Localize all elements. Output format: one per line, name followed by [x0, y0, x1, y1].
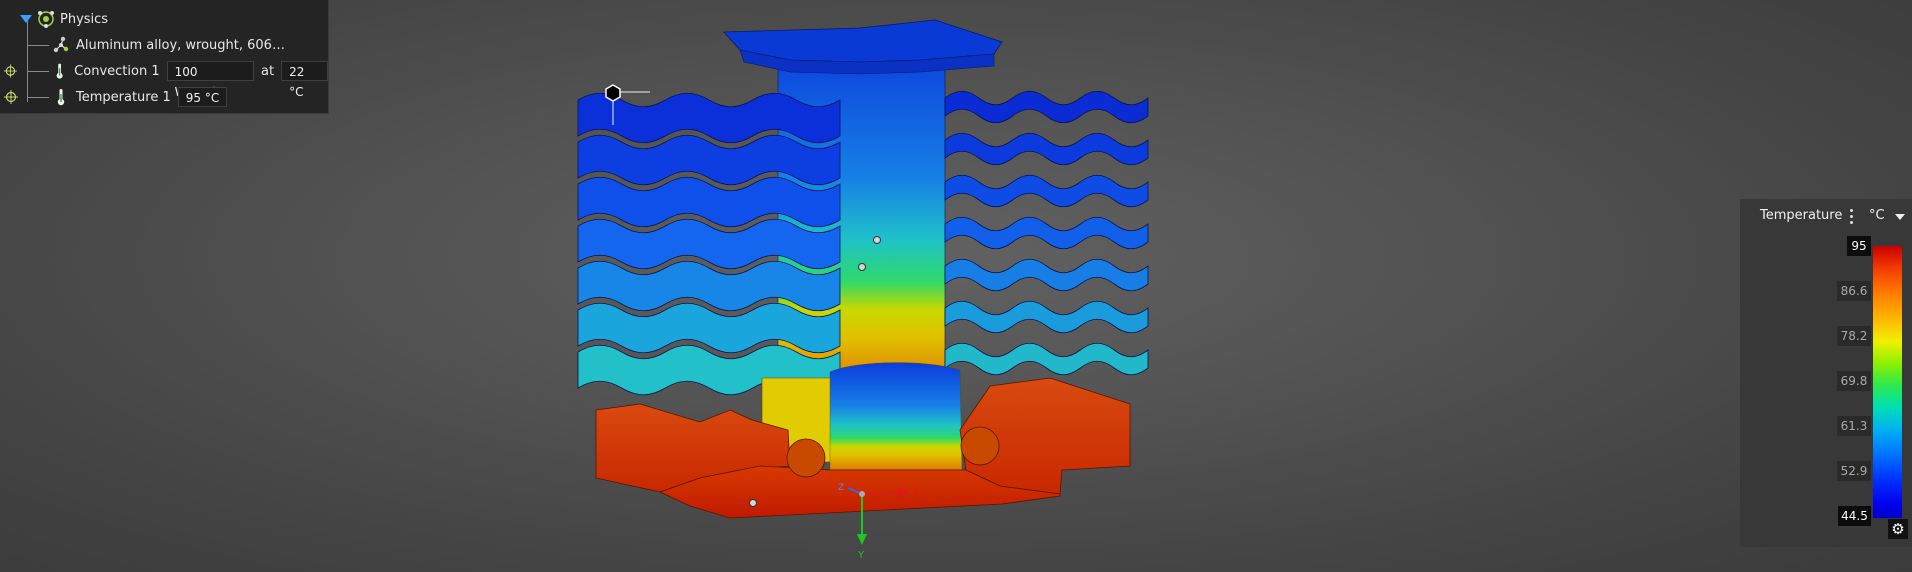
physics-tree-panel: Physics Aluminum alloy, wrought, 606… Co… — [0, 0, 329, 114]
probe-point[interactable] — [873, 236, 881, 244]
triad-y-label: Y — [857, 550, 865, 561]
convection-ambient-temperature-field[interactable]: 22 °C — [281, 61, 328, 99]
legend-title: Temperature — [1760, 208, 1843, 223]
material-label: Aluminum alloy, wrought, 606… — [76, 37, 285, 53]
heatsink-fin — [944, 216, 1149, 250]
temperature-value-field[interactable]: 95 °C — [177, 87, 228, 107]
tree-item-label: Physics — [60, 11, 109, 27]
base-hole-left — [786, 438, 826, 478]
legend-colorbar — [1873, 246, 1902, 518]
probe-point[interactable] — [858, 263, 866, 271]
base-hole-right — [960, 426, 1000, 466]
physics-icon — [38, 11, 54, 28]
tree-connector — [27, 45, 49, 46]
tree-item-material[interactable]: Aluminum alloy, wrought, 606… — [52, 33, 285, 57]
heatsink-fin — [944, 300, 1149, 334]
temperature-label: Temperature 1 — [76, 89, 171, 105]
heatsink-core-front — [829, 362, 963, 471]
heatsink-fin — [944, 174, 1149, 208]
convection-label: Convection 1 — [74, 63, 160, 79]
legend-tick: 61.3 — [1837, 416, 1871, 436]
convection-at-label: at — [261, 63, 275, 79]
legend-tick: 69.8 — [1837, 371, 1871, 391]
thermometer-icon — [57, 89, 65, 106]
legend-tick: 78.2 — [1837, 326, 1871, 346]
legend-unit-dropdown[interactable]: °C — [1869, 208, 1885, 223]
kebab-menu-icon[interactable] — [1846, 207, 1856, 225]
selected-vertex-marker[interactable] — [605, 84, 621, 102]
legend-tick: 52.9 — [1837, 461, 1871, 481]
probe-point[interactable] — [749, 499, 757, 507]
triad-z-label: Z — [838, 483, 844, 493]
legend-max-value[interactable]: 95 — [1847, 236, 1871, 256]
heatsink-fin — [944, 132, 1149, 166]
right-fin-stack — [944, 90, 1149, 376]
tree-item-physics[interactable]: Physics — [20, 7, 108, 31]
material-atom-icon — [53, 36, 69, 53]
gear-icon[interactable]: ⚙ — [1888, 519, 1908, 539]
heatsink-fin — [944, 342, 1149, 376]
target-icon[interactable] — [4, 90, 18, 104]
legend-min-value[interactable]: 44.5 — [1838, 506, 1871, 526]
tree-item-temperature[interactable]: Temperature 1 95 °C — [4, 85, 228, 109]
triad-x-label: X — [912, 487, 919, 498]
convection-coefficient-field[interactable]: 100 W/m²·°C — [166, 61, 255, 99]
target-icon[interactable] — [4, 64, 17, 78]
heatsink-fin — [944, 90, 1149, 124]
triangle-down-icon[interactable] — [20, 14, 32, 24]
legend-tick: 86.6 — [1837, 281, 1871, 301]
tree-item-convection[interactable]: Convection 1 100 W/m²·°C at 22 °C — [4, 59, 328, 99]
temperature-legend: Temperature °C 95 86.6 78.2 69.8 61.3 52… — [1740, 199, 1912, 547]
chevron-down-icon[interactable] — [1895, 214, 1905, 220]
thermometer-icon — [56, 63, 63, 79]
heatsink-fin — [944, 258, 1149, 292]
